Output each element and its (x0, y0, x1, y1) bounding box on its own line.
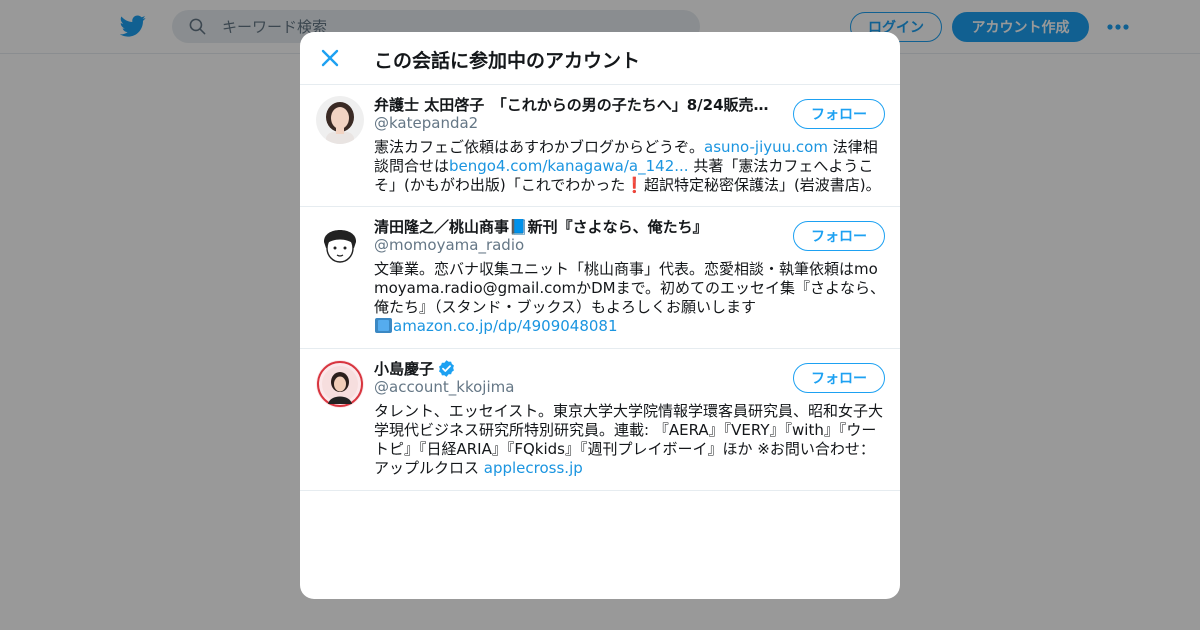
close-icon[interactable] (318, 46, 342, 70)
follow-button[interactable]: フォロー (793, 363, 885, 393)
account-name[interactable]: 清田隆之／桃山商事📘新刊『さよなら、俺たち』 (374, 216, 708, 237)
avatar[interactable] (316, 96, 364, 144)
exclamation-emoji: ❗ (625, 176, 644, 194)
verified-badge-icon (439, 359, 454, 377)
account-bio: 文筆業。恋バナ収集ユニット「桃山商事」代表。恋愛相談・執筆依頼はmomoyama… (374, 260, 886, 336)
bio-text: タレント、エッセイスト。東京大学大学院情報学環客員研究員、昭和女子大学現代ビジネ… (374, 402, 883, 477)
account-bio: タレント、エッセイスト。東京大学大学院情報学環客員研究員、昭和女子大学現代ビジネ… (374, 402, 886, 478)
bio-link[interactable]: applecross.jp (484, 459, 583, 477)
follow-button[interactable]: フォロー (793, 221, 885, 251)
bio-text: 超訳特定秘密保護法」(岩波書店)。 (643, 176, 881, 194)
book-emoji (375, 318, 392, 333)
dialog-header: この会話に参加中のアカウント (300, 32, 900, 85)
account-name[interactable]: 小島慶子 (374, 358, 434, 379)
account-bio: 憲法カフェご依頼はあすわかブログからどうぞ。asuno-jiyuu.com 法律… (374, 138, 886, 195)
participants-dialog: この会話に参加中のアカウント 弁護士 太田啓子 「これからの男の子たちへ」8/2… (300, 32, 900, 599)
bio-link[interactable]: amazon.co.jp/dp/4909048081 (393, 317, 618, 335)
avatar[interactable] (316, 360, 364, 408)
account-item[interactable]: 弁護士 太田啓子 「これからの男の子たちへ」8/24販売（… @katepand… (300, 85, 900, 207)
account-item[interactable]: 清田隆之／桃山商事📘新刊『さよなら、俺たち』 @momoyama_radio 文… (300, 207, 900, 349)
account-name[interactable]: 弁護士 太田啓子 「これからの男の子たちへ」8/24販売（… (374, 94, 780, 115)
dialog-title: この会話に参加中のアカウント (374, 50, 641, 72)
bio-text: 文筆業。恋バナ収集ユニット「桃山商事」代表。恋愛相談・執筆依頼はmomoyama… (374, 260, 886, 316)
account-item[interactable]: 小島慶子 @account_kkojima タレント、エッセイスト。東京大学大学… (300, 349, 900, 491)
bio-link[interactable]: asuno-jiyuu.com (704, 138, 828, 156)
bio-text: 憲法カフェご依頼はあすわかブログからどうぞ。 (374, 138, 705, 156)
bio-link[interactable]: bengo4.com/kanagawa/a_142... (449, 157, 689, 175)
avatar[interactable] (316, 218, 364, 266)
follow-button[interactable]: フォロー (793, 99, 885, 129)
